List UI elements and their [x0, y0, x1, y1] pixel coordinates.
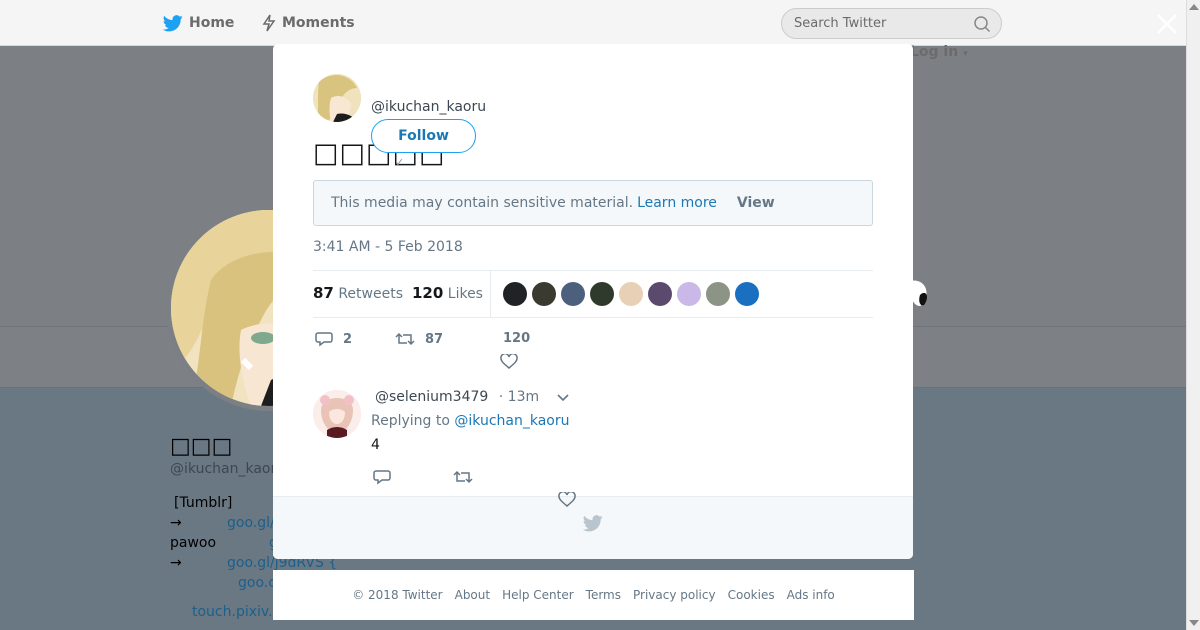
bio-arrow: →: [170, 515, 182, 531]
tweet-stats: 87 Retweets 120 Likes: [313, 270, 873, 318]
bio-text: pawoo: [170, 535, 217, 551]
bio-row: [Tumblr]: [170, 493, 232, 513]
retweets-stat[interactable]: 87 Retweets: [313, 284, 403, 302]
login-label: Log in: [910, 44, 959, 60]
nav-home-label: Home: [189, 15, 235, 31]
author-handle[interactable]: @ikuchan_kaoru: [371, 99, 486, 115]
liker-avatar[interactable]: [561, 282, 585, 306]
tweet-timestamp[interactable]: 3:41 AM - 5 Feb 2018: [313, 239, 463, 255]
retweet-icon: [395, 332, 415, 346]
reply-author-avatar[interactable]: [313, 390, 361, 438]
profile-url-text: touch.pixiv.: [192, 604, 273, 620]
likes-stat[interactable]: 120 Likes: [412, 284, 483, 302]
login-menu[interactable]: Log in ▾: [910, 44, 968, 60]
stats-divider: [490, 271, 491, 318]
reply-action[interactable]: 2: [315, 331, 352, 347]
bio-row: → goo.gl/: [170, 513, 275, 533]
liker-avatar[interactable]: [619, 282, 643, 306]
follow-button[interactable]: Follow: [371, 119, 476, 153]
replying-to-link[interactable]: @ikuchan_kaoru: [454, 413, 569, 429]
modal-footer: [273, 496, 913, 559]
bio-link[interactable]: goo.c: [238, 573, 276, 593]
bio-row: pawoo g: [170, 533, 278, 553]
reply-header: @selenium3479 · 13m: [375, 389, 539, 405]
chevron-down-icon: ▾: [963, 49, 968, 59]
bio-arrow: →: [170, 555, 182, 571]
likes-count: 120: [412, 284, 444, 302]
tweet-options-icon[interactable]: ✓: [395, 156, 404, 169]
twitter-bird-icon: [583, 515, 603, 532]
nav-home[interactable]: Home: [163, 0, 234, 46]
like-action[interactable]: [500, 354, 528, 370]
replying-prefix: Replying to: [371, 413, 450, 429]
twitter-bird-icon: [163, 14, 183, 31]
reply-handle[interactable]: @selenium3479: [375, 389, 488, 405]
sensitive-media-notice: This media may contain sensitive materia…: [313, 180, 873, 226]
profile-bio: [Tumblr] → goo.gl/ pawoo g → goo.gl/j9dR…: [170, 493, 337, 593]
heart-icon[interactable]: [558, 492, 576, 508]
bio-row: → goo.gl/j9dRVS {: [170, 553, 337, 573]
footer-link-ads-info[interactable]: Ads info: [787, 588, 835, 602]
profile-url[interactable]: touch.pixiv.: [170, 604, 273, 620]
bio-link[interactable]: goo.gl/: [227, 513, 275, 533]
like-count: 120: [503, 331, 531, 346]
liker-avatar[interactable]: [532, 282, 556, 306]
page-scrollbar[interactable]: [1186, 0, 1200, 630]
reply-icon: [315, 332, 333, 347]
bio-text: [Tumblr]: [174, 495, 233, 511]
liker-avatar[interactable]: [503, 282, 527, 306]
sensitive-notice-text: This media may contain sensitive materia…: [331, 195, 634, 211]
retweet-icon[interactable]: [453, 469, 473, 485]
retweet-action[interactable]: 87: [395, 331, 443, 347]
author-avatar-illustration: [313, 74, 361, 122]
nav-moments[interactable]: Moments: [262, 0, 355, 46]
heart-icon: [500, 354, 518, 369]
reply-text: 4: [371, 437, 380, 453]
link-icon: [171, 605, 187, 619]
site-footer: © 2018 Twitter About Help Center Terms P…: [273, 570, 914, 620]
profile-name: □□□: [170, 434, 233, 459]
footer-link-about[interactable]: About: [455, 588, 490, 602]
reply-avatar-illustration: [313, 390, 361, 438]
retweets-count: 87: [313, 284, 334, 302]
liker-avatar[interactable]: [677, 282, 701, 306]
scroll-down-arrow-icon[interactable]: [1189, 620, 1199, 626]
tweet-modal: @ikuchan_kaoru □□□□□ Follow ✓ This media…: [273, 44, 913, 559]
reply-time[interactable]: · 13m: [499, 389, 539, 405]
bio-row: goo.c: [170, 573, 276, 593]
liker-avatar[interactable]: [648, 282, 672, 306]
search-icon[interactable]: [973, 15, 991, 33]
author-avatar[interactable]: [313, 74, 361, 122]
retweets-label: Retweets: [338, 286, 403, 302]
footer-link-privacy[interactable]: Privacy policy: [633, 588, 716, 602]
nav-moments-label: Moments: [282, 15, 355, 31]
footer-link-cookies[interactable]: Cookies: [728, 588, 775, 602]
liker-avatar[interactable]: [735, 282, 759, 306]
footer-link-help-center[interactable]: Help Center: [502, 588, 574, 602]
top-navigation-bar: Home Moments Search Twitter: [0, 0, 1186, 46]
learn-more-link[interactable]: Learn more: [637, 195, 717, 211]
liker-avatar[interactable]: [590, 282, 614, 306]
reply-count: 2: [343, 331, 353, 347]
view-media-button[interactable]: View: [737, 195, 775, 211]
lightning-icon: [262, 14, 276, 32]
profile-handle: @ikuchan_kaoru: [170, 461, 286, 477]
chevron-down-icon[interactable]: [556, 393, 570, 403]
replying-to: Replying to @ikuchan_kaoru: [371, 413, 570, 429]
retweet-count: 87: [425, 331, 444, 347]
liker-avatar[interactable]: [706, 282, 730, 306]
scroll-up-arrow-icon[interactable]: [1189, 4, 1199, 10]
footer-link-terms[interactable]: Terms: [586, 588, 621, 602]
search-input[interactable]: Search Twitter: [781, 8, 1002, 39]
reply-icon[interactable]: [373, 469, 391, 485]
likes-label: Likes: [447, 286, 483, 302]
footer-copyright: © 2018 Twitter: [352, 588, 443, 602]
liker-avatars: [503, 282, 764, 306]
search-placeholder: Search Twitter: [794, 16, 887, 31]
close-icon[interactable]: [1155, 12, 1179, 36]
